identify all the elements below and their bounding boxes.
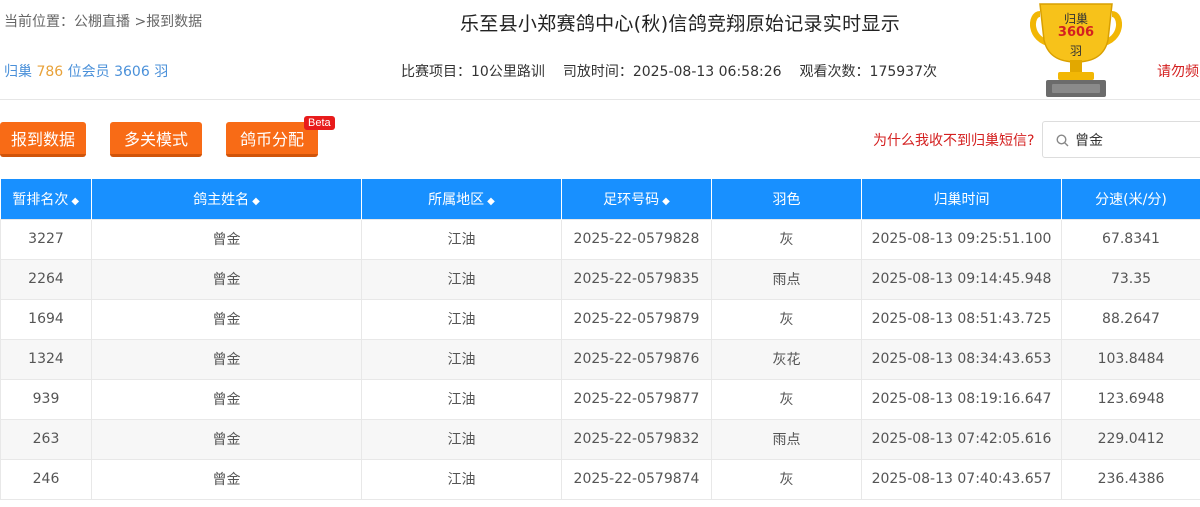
table-header-row: 暂排名次 ◆ 鸽主姓名 ◆ 所属地区 ◆ 足环号码 ◆ 羽色 归巢时间 分速(米/分): [0, 179, 1200, 219]
stats-label-return: 归巢: [4, 64, 32, 80]
search-icon: [1056, 134, 1069, 147]
cell-return-time: 2025-08-13 07:42:05.616: [861, 418, 1062, 460]
table-row: 246 曾金 江油 2025-22-0579874 灰 2025-08-13 07:40:…: [0, 458, 1200, 500]
header-return-time: 归巢时间: [861, 179, 1062, 219]
header-owner[interactable]: 鸽主姓名 ◆: [91, 179, 362, 219]
cell-rank: 246: [0, 458, 92, 500]
trophy-icon: 归巢 3606 羽: [1030, 0, 1122, 100]
cell-speed: 103.8484: [1061, 338, 1200, 380]
cell-ring: 2025-22-0579832: [561, 418, 712, 460]
cell-color: 灰花: [711, 338, 862, 380]
report-data-button[interactable]: 报到数据: [0, 122, 86, 157]
cell-color: 雨点: [711, 418, 862, 460]
cell-return-time: 2025-08-13 08:19:16.647: [861, 378, 1062, 420]
sort-icon: ◆: [71, 195, 80, 207]
cell-region: 江油: [361, 298, 562, 340]
cell-return-time: 2025-08-13 08:34:43.653: [861, 338, 1062, 380]
cell-color: 灰: [711, 378, 862, 420]
sort-icon: ◆: [662, 195, 670, 207]
stats-label-birds: 羽: [154, 64, 169, 80]
cell-rank: 1324: [0, 338, 92, 380]
views-label: 观看次数：: [799, 64, 870, 80]
cell-region: 江油: [361, 258, 562, 300]
sort-icon: ◆: [252, 195, 260, 207]
cell-return-time: 2025-08-13 07:40:43.657: [861, 458, 1062, 500]
cell-region: 江油: [361, 338, 562, 380]
header-ring[interactable]: 足环号码 ◆: [561, 179, 712, 219]
cell-owner: 曾金: [91, 298, 362, 340]
cell-speed: 73.35: [1061, 258, 1200, 300]
cell-owner: 曾金: [91, 258, 362, 300]
cell-ring: 2025-22-0579874: [561, 458, 712, 500]
table-row: 3227 曾金 江油 2025-22-0579828 灰 2025-08-13 09:25…: [0, 218, 1200, 260]
cell-color: 灰: [711, 298, 862, 340]
beta-badge: Beta: [304, 116, 335, 130]
multi-stage-button[interactable]: 多关模式: [110, 122, 202, 157]
cell-color: 灰: [711, 458, 862, 500]
cell-ring: 2025-22-0579879: [561, 298, 712, 340]
cell-speed: 236.4386: [1061, 458, 1200, 500]
table-row: 2264 曾金 江油 2025-22-0579835 雨点 2025-08-13 09:1…: [0, 258, 1200, 300]
stats-line: 归巢 786 位会员 3606 羽: [4, 61, 168, 81]
cell-color: 雨点: [711, 258, 862, 300]
cell-rank: 939: [0, 378, 92, 420]
cell-rank: 2264: [0, 258, 92, 300]
cell-rank: 3227: [0, 218, 92, 260]
table-row: 1694 曾金 江油 2025-22-0579879 灰 2025-08-13 08:51…: [0, 298, 1200, 340]
cell-ring: 2025-22-0579835: [561, 258, 712, 300]
cell-speed: 67.8341: [1061, 218, 1200, 260]
cell-owner: 曾金: [91, 378, 362, 420]
cell-return-time: 2025-08-13 09:14:45.948: [861, 258, 1062, 300]
cell-speed: 229.0412: [1061, 418, 1200, 460]
table-row: 263 曾金 江油 2025-22-0579832 雨点 2025-08-13 07:42…: [0, 418, 1200, 460]
results-table: 暂排名次 ◆ 鸽主姓名 ◆ 所属地区 ◆ 足环号码 ◆ 羽色 归巢时间 分速(米/分) …: [0, 179, 1200, 500]
cell-color: 灰: [711, 218, 862, 260]
race-project: 10公里路训: [471, 64, 545, 80]
trophy-count: 3606: [1057, 25, 1095, 40]
stats-label-members: 位会员: [67, 64, 110, 80]
cell-ring: 2025-22-0579828: [561, 218, 712, 260]
header-region[interactable]: 所属地区 ◆: [361, 179, 562, 219]
cell-region: 江油: [361, 378, 562, 420]
cell-ring: 2025-22-0579876: [561, 338, 712, 380]
cell-owner: 曾金: [91, 418, 362, 460]
cell-rank: 263: [0, 418, 92, 460]
search-input[interactable]: [1075, 129, 1200, 151]
cell-owner: 曾金: [91, 338, 362, 380]
cell-owner: 曾金: [91, 458, 362, 500]
cell-ring: 2025-22-0579877: [561, 378, 712, 420]
stats-returned-count: 786: [36, 64, 64, 80]
cell-region: 江油: [361, 218, 562, 260]
page-title: 乐至县小郑赛鸽中心(秋)信鸽竞翔原始记录实时显示: [459, 13, 901, 35]
race-info: 比赛项目：10公里路训 司放时间：2025-08-13 06:58:26 观看次数：…: [401, 61, 937, 81]
cell-owner: 曾金: [91, 218, 362, 260]
cell-return-time: 2025-08-13 08:51:43.725: [861, 298, 1062, 340]
results-table-body: 3227 曾金 江油 2025-22-0579828 灰 2025-08-13 09:25…: [0, 218, 1200, 500]
header-color: 羽色: [711, 179, 862, 219]
cell-region: 江油: [361, 418, 562, 460]
cell-speed: 123.6948: [1061, 378, 1200, 420]
table-row: 939 曾金 江油 2025-22-0579877 灰 2025-08-13 08:19:…: [0, 378, 1200, 420]
release-time: 2025-08-13 06:58:26: [632, 64, 782, 80]
trophy-label-bottom: 羽: [1069, 44, 1082, 58]
sms-help-link[interactable]: 为什么我收不到归巢短信?: [873, 130, 1034, 150]
sort-icon: ◆: [487, 195, 495, 207]
stats-bird-count: 3606: [114, 64, 150, 80]
race-project-label: 比赛项目：: [401, 64, 471, 80]
cell-speed: 88.2647: [1061, 298, 1200, 340]
header-speed: 分速(米/分): [1061, 179, 1200, 219]
warning-text: 请勿频: [1157, 64, 1199, 80]
cell-rank: 1694: [0, 298, 92, 340]
cell-return-time: 2025-08-13 09:25:51.100: [861, 218, 1062, 260]
cell-region: 江油: [361, 458, 562, 500]
release-time-label: 司放时间：: [562, 64, 633, 80]
header-rank[interactable]: 暂排名次 ◆: [0, 179, 92, 219]
table-row: 1324 曾金 江油 2025-22-0579876 灰花 2025-08-13 08:3…: [0, 338, 1200, 380]
views-count: 175937次: [869, 64, 937, 80]
header-divider: [0, 99, 1200, 100]
search-box[interactable]: [1042, 121, 1200, 158]
